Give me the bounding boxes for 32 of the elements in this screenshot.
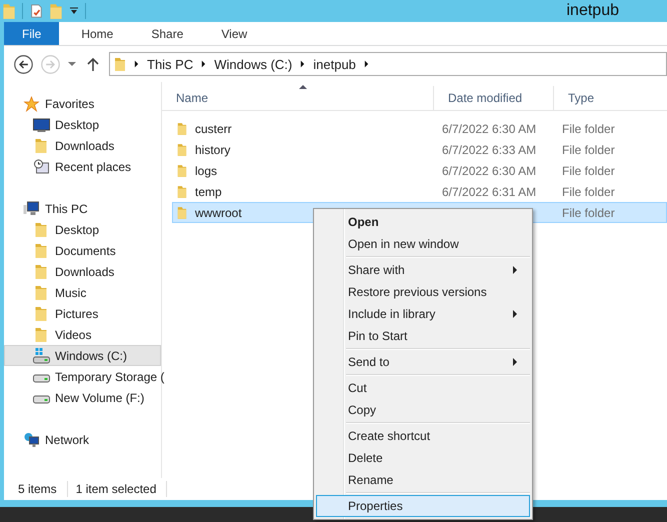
status-text: 1 item selected (76, 481, 168, 497)
date-modified: 6/7/2022 6:30 AM (442, 164, 536, 178)
sidebar-label: Temporary Storage ( (55, 370, 164, 384)
date-modified: 6/7/2022 6:31 AM (442, 184, 536, 198)
file-name: wwwroot (195, 206, 242, 220)
sidebar-label: Desktop (55, 222, 100, 236)
sidebar-label: Pictures (55, 306, 98, 320)
file-name: custerr (195, 122, 232, 136)
file-type: File folder (562, 184, 615, 198)
file-name: history (195, 142, 230, 156)
sidebar-label: Downloads (55, 264, 114, 278)
sidebar-label: Windows (C:) (55, 348, 128, 362)
sidebar-label: Videos (55, 328, 92, 342)
sidebar-label: Documents (55, 244, 116, 258)
file-name: logs (195, 164, 218, 178)
file-type: File folder (562, 164, 615, 178)
sidebar-label: Recent places (55, 160, 132, 174)
file-name: temp (195, 184, 222, 198)
sidebar-label: This PC (45, 202, 88, 216)
sidebar-label: New Volume (F:) (55, 390, 144, 404)
sidebar-label: Network (45, 432, 90, 446)
sidebar-label: Favorites (45, 96, 94, 110)
date-modified: 6/7/2022 6:30 AM (442, 122, 536, 136)
window-title: inetpub (566, 2, 619, 20)
file-type: File folder (562, 122, 615, 136)
date-modified: 6/7/2022 6:33 AM (442, 142, 536, 156)
file-type: File folder (562, 206, 615, 220)
file-type: File folder (562, 142, 615, 156)
sidebar-label: Downloads (55, 138, 114, 152)
sidebar-label: Desktop (55, 118, 100, 132)
status-text: 5 items (18, 481, 68, 497)
sidebar-label: Music (55, 286, 86, 300)
